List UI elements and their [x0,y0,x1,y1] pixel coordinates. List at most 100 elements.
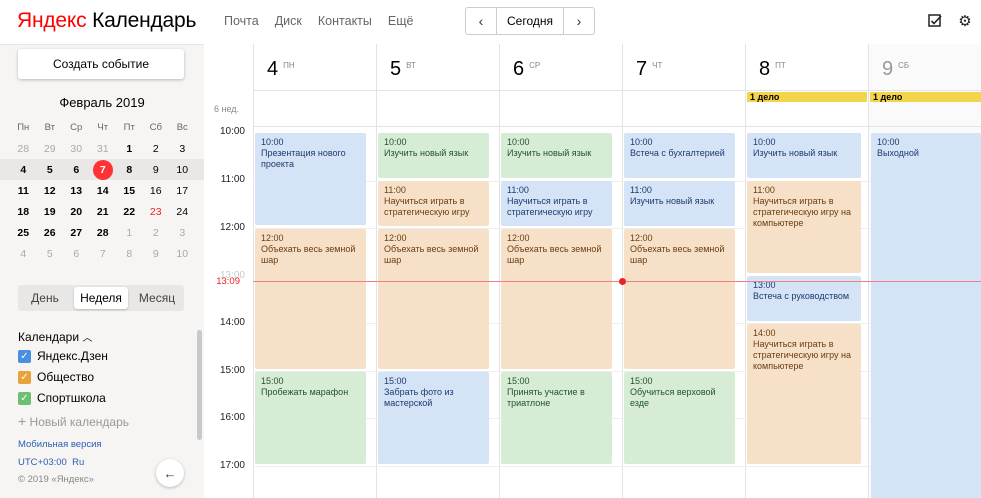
sidebar-scrollbar[interactable] [197,330,202,440]
mini-day[interactable]: 10 [169,164,196,176]
mini-day[interactable]: 8 [116,164,143,176]
mini-day[interactable]: 9 [143,164,170,176]
top-header: Яндекс Календарь Почта Диск Контакты Ещё… [0,0,981,44]
calendar-item[interactable]: ✓ Яндекс.Дзен [18,349,108,363]
mini-day[interactable]: 5 [37,248,64,260]
event-card[interactable]: 12:00 Объехать весь земной шар [378,229,489,369]
mini-day[interactable]: 1 [116,143,143,155]
mini-day[interactable]: 18 [10,206,37,218]
next-week-button[interactable]: › [564,8,594,34]
day-header[interactable]: 5 ВТ [390,58,416,81]
mini-day[interactable]: 28 [90,227,117,239]
mini-day[interactable]: 6 [63,248,90,260]
event-card[interactable]: 12:00 Объехать весь земной шар [255,229,366,369]
mini-day[interactable]: 2 [143,143,170,155]
prev-week-button[interactable]: ‹ [466,8,496,34]
mini-day[interactable]: 12 [37,185,64,197]
mini-day[interactable]: 24 [169,206,196,218]
event-card[interactable]: 15:00 Обучиться верховой езде [624,372,735,464]
mini-day[interactable]: 9 [143,248,170,260]
event-card[interactable]: 12:00 Объехать весь земной шар [624,229,735,369]
time-column: 6 нед. 10:00 11:00 12:00 13:00 14:00 15:… [204,44,253,498]
event-card[interactable]: 11:00 Научиться играть в стратегическую и… [501,181,612,226]
event-card[interactable]: 11:00 Изучить новый язык [624,181,735,226]
calendars-header[interactable]: Календари ︿ [18,329,92,344]
event-card[interactable]: 10:00 Презентация нового проекта [255,133,366,225]
allday-badge-fri[interactable]: 1 дело [747,92,867,102]
view-day-tab[interactable]: День [18,285,72,311]
nav-contacts[interactable]: Контакты [318,14,372,28]
event-card[interactable]: 10:00 Встеча с бухгалтерией [624,133,735,178]
mini-day[interactable]: 17 [169,185,196,197]
new-calendar-link[interactable]: + Новый календарь [18,413,129,429]
allday-badge-sat[interactable]: 1 дело [870,92,981,102]
event-card[interactable]: 11:00 Научиться играть в стратегическую и… [378,181,489,226]
calendar-item[interactable]: ✓ Общество [18,370,94,384]
mini-day[interactable]: 21 [90,206,117,218]
mini-day[interactable]: 11 [10,185,37,197]
nav-disk[interactable]: Диск [275,14,302,28]
mini-day[interactable]: 8 [116,248,143,260]
mini-day[interactable]: 31 [90,143,117,155]
event-card[interactable]: 10:00 Изучить новый язык [747,133,861,178]
mini-day-holiday[interactable]: 23 [143,206,170,218]
mini-day[interactable]: 4 [10,164,37,176]
mini-day[interactable]: 6 [63,164,90,176]
mini-day[interactable]: 3 [169,227,196,239]
day-header[interactable]: 7 ЧТ [636,58,662,81]
mini-day[interactable]: 16 [143,185,170,197]
mini-day[interactable]: 27 [63,227,90,239]
mini-day[interactable]: 1 [116,227,143,239]
event-card[interactable]: 15:00 Забрать фото из мастерской [378,372,489,464]
event-card[interactable]: 11:00 Научиться играть в стратегическую и… [747,181,861,273]
create-event-button[interactable]: Создать событие [18,49,184,79]
mini-day[interactable]: 2 [143,227,170,239]
mini-day[interactable]: 7 [90,248,117,260]
mini-day[interactable]: 20 [63,206,90,218]
nav-mail[interactable]: Почта [224,14,259,28]
day-header[interactable]: 6 СР [513,58,540,81]
day-header[interactable]: 4 ПН [267,58,295,81]
event-card[interactable]: 14:00 Научиться играть в стратегическую и… [747,324,861,464]
event-time: 11:00 [753,185,775,195]
event-card[interactable]: 13:00 Встеча с руководством [747,276,861,321]
mini-day-today[interactable]: 7 [90,159,117,180]
calendar-item[interactable]: ✓ Спортшкола [18,391,106,405]
day-header[interactable]: 9 СБ [882,58,909,81]
todo-check-icon[interactable] [927,13,943,29]
mini-day[interactable]: 13 [63,185,90,197]
event-card[interactable]: 12:00 Объехать весь земной шар [501,229,612,369]
mini-day[interactable]: 14 [90,185,117,197]
view-week-tab[interactable]: Неделя [74,287,128,309]
day-header[interactable]: 8 ПТ [759,58,786,81]
event-card[interactable]: 15:00 Пробежать марафон [255,372,366,464]
mobile-version-link[interactable]: Мобильная версия [18,439,102,450]
nav-more[interactable]: Ещё [388,14,414,28]
event-card[interactable]: 10:00 Выходной [871,133,981,498]
collapse-sidebar-button[interactable]: ← [156,459,184,487]
checkbox-checked-icon[interactable]: ✓ [18,391,31,405]
yandex-calendar-logo[interactable]: Яндекс Календарь [17,9,196,33]
checkbox-checked-icon[interactable]: ✓ [18,370,31,384]
event-card[interactable]: 10:00 Изучить новый язык [501,133,612,178]
view-month-tab[interactable]: Месяц [130,285,184,311]
checkbox-checked-icon[interactable]: ✓ [18,349,31,363]
timezone-link[interactable]: UTC+03:00 [18,457,67,468]
mini-day[interactable]: 4 [10,248,37,260]
mini-day[interactable]: 29 [37,143,64,155]
mini-day[interactable]: 5 [37,164,64,176]
today-button[interactable]: Сегодня [496,8,564,34]
mini-day[interactable]: 26 [37,227,64,239]
event-card[interactable]: 15:00 Принять участие в триатлоне [501,372,612,464]
mini-day[interactable]: 10 [169,248,196,260]
mini-day[interactable]: 22 [116,206,143,218]
event-card[interactable]: 10:00 Изучить новый язык [378,133,489,178]
mini-day[interactable]: 30 [63,143,90,155]
mini-day[interactable]: 3 [169,143,196,155]
language-link[interactable]: Ru [72,457,84,468]
mini-day[interactable]: 28 [10,143,37,155]
mini-day[interactable]: 25 [10,227,37,239]
mini-day[interactable]: 15 [116,185,143,197]
mini-day[interactable]: 19 [37,206,64,218]
gear-icon[interactable]: ⚙ [957,13,973,30]
